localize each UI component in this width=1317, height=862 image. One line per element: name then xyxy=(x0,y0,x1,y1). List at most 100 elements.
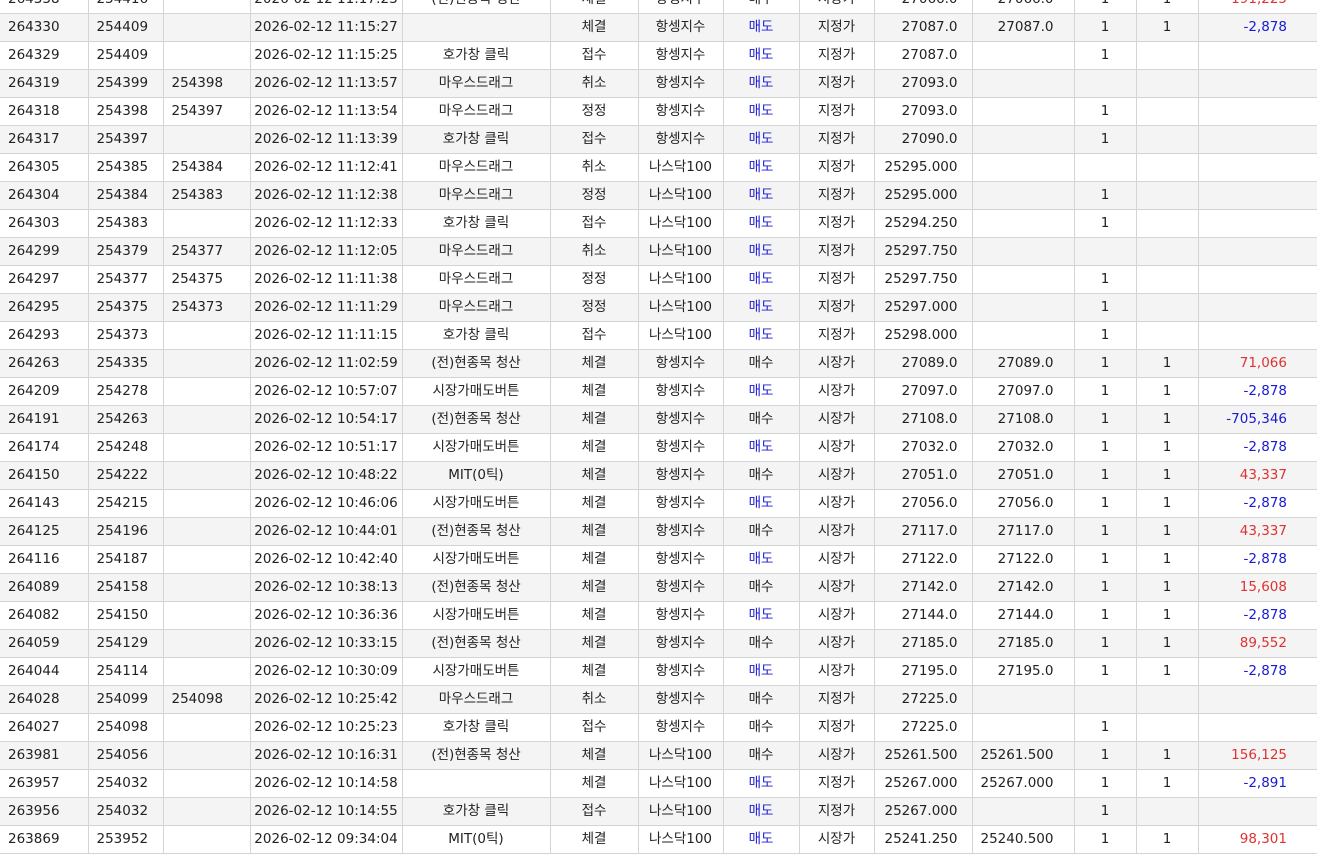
table-row[interactable]: 264150 254222 2026-02-12 10:48:22 MIT(0틱) 체결… xyxy=(0,461,1317,490)
cell-side: 매수 xyxy=(723,573,800,602)
order-history-table: 2643382544162026-02-12 11:17:23(전)현종목 청산… xyxy=(0,0,1317,854)
table-row[interactable]: 264044 254114 2026-02-12 10:30:09 시장가매도버튼 체결… xyxy=(0,657,1317,686)
cell-order-price: 27097.0 xyxy=(874,377,973,406)
cell-status: 체결 xyxy=(550,769,639,798)
table-row[interactable]: 263869 253952 2026-02-12 09:34:04 MIT(0틱) 체결… xyxy=(0,825,1317,854)
cell-price-type: 시장가 xyxy=(799,629,875,658)
cell-status: 정정 xyxy=(550,293,639,322)
cell-profit-loss: -2,878 xyxy=(1198,545,1317,574)
cell-product: 항셍지수 xyxy=(638,461,724,490)
cell-order-source: 시장가매도버튼 xyxy=(402,601,551,630)
cell-side: 매수 xyxy=(723,685,800,714)
cell-fill-price xyxy=(972,181,1075,210)
cell-original-order-no xyxy=(163,461,251,490)
cell-id: 264293 xyxy=(0,321,89,350)
table-row[interactable]: 264263 254335 2026-02-12 11:02:59 (전)현종목 청산… xyxy=(0,349,1317,378)
cell-time: 2026-02-12 10:25:42 xyxy=(250,685,403,714)
cell-order-no: 254278 xyxy=(88,377,164,406)
table-row[interactable]: 263957 254032 2026-02-12 10:14:58 체결 나스닥100 매… xyxy=(0,769,1317,798)
cell-profit-loss: 15,608 xyxy=(1198,573,1317,602)
cell-price-type: 지정가 xyxy=(799,97,875,126)
cell-fill-price: 27056.0 xyxy=(972,489,1075,518)
cell-id: 264150 xyxy=(0,461,89,490)
table-row[interactable]: 264209 254278 2026-02-12 10:57:07 시장가매도버튼 체결… xyxy=(0,377,1317,406)
cell-time: 2026-02-12 10:14:55 xyxy=(250,797,403,826)
table-row[interactable]: 264028 254099 254098 2026-02-12 10:25:42 마우스… xyxy=(0,685,1317,714)
table-row[interactable]: 264297 254377 254375 2026-02-12 11:11:38 마우스… xyxy=(0,265,1317,294)
table-row[interactable]: 264338254416 2026-02-12 11:17:23(전)현종목 청산… xyxy=(0,0,1317,14)
cell-profit-loss: -2,878 xyxy=(1198,13,1317,42)
cell-fill-price: 27032.0 xyxy=(972,433,1075,462)
table-row[interactable]: 264304 254384 254383 2026-02-12 11:12:38 마우스… xyxy=(0,181,1317,210)
cell-side: 매수 xyxy=(723,517,800,546)
cell-time: 2026-02-12 09:34:04 xyxy=(250,825,403,854)
table-row[interactable]: 264299 254379 254377 2026-02-12 11:12:05 마우스… xyxy=(0,237,1317,266)
cell-fill-price: 27051.0 xyxy=(972,461,1075,490)
cell-status: 체결 xyxy=(550,517,639,546)
cell-original-order-no xyxy=(163,125,251,154)
table-row[interactable]: 264303 254383 2026-02-12 11:12:33 호가창 클릭 접수 나… xyxy=(0,209,1317,238)
cell-order-source: 마우스드래그 xyxy=(402,97,551,126)
cell-fill-price: 27144.0 xyxy=(972,601,1075,630)
cell-original-order-no xyxy=(163,377,251,406)
cell-original-order-no xyxy=(163,573,251,602)
cell-status: 체결 xyxy=(550,349,639,378)
cell-price-type: 시장가 xyxy=(799,461,875,490)
table-row[interactable]: 264317 254397 2026-02-12 11:13:39 호가창 클릭 접수 항… xyxy=(0,125,1317,154)
cell-original-order-no: 254398 xyxy=(163,69,251,98)
table-row[interactable]: 264329 254409 2026-02-12 11:15:25 호가창 클릭 접수 항… xyxy=(0,41,1317,70)
cell-order-price: 27032.0 xyxy=(874,433,973,462)
table-row[interactable]: 264305 254385 254384 2026-02-12 11:12:41 마우스… xyxy=(0,153,1317,182)
cell-order-price: 27093.0 xyxy=(874,69,973,98)
cell-order-source: 시장가매도버튼 xyxy=(402,657,551,686)
table-row[interactable]: 264330 254409 2026-02-12 11:15:27 체결 항셍지수 매도 지… xyxy=(0,13,1317,42)
cell-side: 매수 xyxy=(723,461,800,490)
cell-time: 2026-02-12 10:36:36 xyxy=(250,601,403,630)
cell-profit-loss xyxy=(1198,237,1317,266)
cell-order-no: 254187 xyxy=(88,545,164,574)
cell-product: 나스닥100 xyxy=(638,181,724,210)
cell-order-source xyxy=(402,769,551,798)
cell-order-no: 254397 xyxy=(88,125,164,154)
cell-order-qty: 1 xyxy=(1074,797,1137,826)
cell-order-qty: 1 xyxy=(1074,629,1137,658)
table-row[interactable]: 264318 254398 254397 2026-02-12 11:13:54 마우스… xyxy=(0,97,1317,126)
table-row[interactable]: 263956 254032 2026-02-12 10:14:55 호가창 클릭 접수 나… xyxy=(0,797,1317,826)
table-row[interactable]: 264293 254373 2026-02-12 11:11:15 호가창 클릭 접수 나… xyxy=(0,321,1317,350)
cell-fill-qty: 1 xyxy=(1136,433,1199,462)
cell-profit-loss: -2,878 xyxy=(1198,489,1317,518)
cell-order-qty xyxy=(1074,237,1137,266)
table-row[interactable]: 264082 254150 2026-02-12 10:36:36 시장가매도버튼 체결… xyxy=(0,601,1317,630)
cell-order-qty: 1 xyxy=(1074,41,1137,70)
cell-original-order-no xyxy=(163,769,251,798)
cell-price-type: 지정가 xyxy=(799,293,875,322)
table-row[interactable]: 264295 254375 254373 2026-02-12 11:11:29 마우스… xyxy=(0,293,1317,322)
table-row[interactable]: 264059 254129 2026-02-12 10:33:15 (전)현종목 청산… xyxy=(0,629,1317,658)
cell-fill-qty xyxy=(1136,265,1199,294)
cell-original-order-no xyxy=(163,41,251,70)
cell-time: 2026-02-12 11:11:29 xyxy=(250,293,403,322)
table-row[interactable]: 264027 254098 2026-02-12 10:25:23 호가창 클릭 접수 항… xyxy=(0,713,1317,742)
cell-original-order-no: 254375 xyxy=(163,265,251,294)
cell-order-no: 254398 xyxy=(88,97,164,126)
cell-order-no: 254375 xyxy=(88,293,164,322)
cell-original-order-no: 254384 xyxy=(163,153,251,182)
cell-status: 체결 xyxy=(550,0,639,14)
table-row[interactable]: 264143 254215 2026-02-12 10:46:06 시장가매도버튼 체결… xyxy=(0,489,1317,518)
cell-price-type: 지정가 xyxy=(799,237,875,266)
table-row[interactable]: 264125 254196 2026-02-12 10:44:01 (전)현종목 청산… xyxy=(0,517,1317,546)
table-row[interactable]: 264174 254248 2026-02-12 10:51:17 시장가매도버튼 체결… xyxy=(0,433,1317,462)
cell-price-type: 지정가 xyxy=(799,265,875,294)
cell-side: 매도 xyxy=(723,769,800,798)
cell-order-qty: 1 xyxy=(1074,741,1137,770)
cell-fill-price: 27066.0 xyxy=(972,0,1075,14)
table-row[interactable]: 264319 254399 254398 2026-02-12 11:13:57 마우스… xyxy=(0,69,1317,98)
table-row[interactable]: 264191 254263 2026-02-12 10:54:17 (전)현종목 청산… xyxy=(0,405,1317,434)
table-row[interactable]: 264116 254187 2026-02-12 10:42:40 시장가매도버튼 체결… xyxy=(0,545,1317,574)
cell-order-no: 254129 xyxy=(88,629,164,658)
table-row[interactable]: 263981 254056 2026-02-12 10:16:31 (전)현종목 청산… xyxy=(0,741,1317,770)
cell-profit-loss: 89,552 xyxy=(1198,629,1317,658)
table-row[interactable]: 264089 254158 2026-02-12 10:38:13 (전)현종목 청산… xyxy=(0,573,1317,602)
cell-fill-qty xyxy=(1136,41,1199,70)
cell-id: 264297 xyxy=(0,265,89,294)
